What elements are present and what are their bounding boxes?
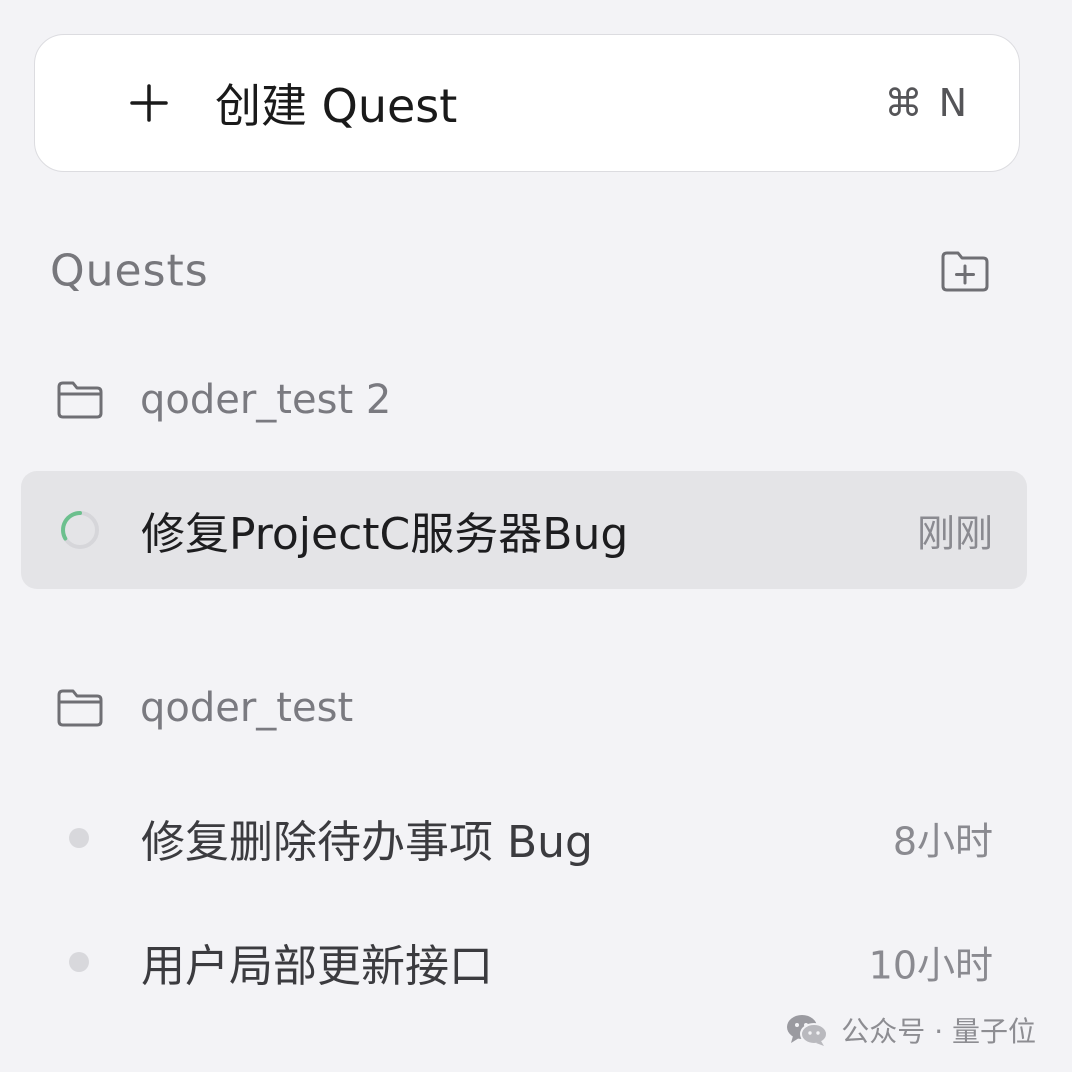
quests-section-title: Quests [50, 245, 209, 297]
quest-time: 10小时 [868, 943, 993, 988]
plus-icon [130, 84, 168, 122]
group-header-qoder-test[interactable]: qoder_test [56, 678, 956, 738]
group-header-qoder-test-2[interactable]: qoder_test 2 [56, 370, 956, 430]
group-name: qoder_test [140, 685, 354, 731]
quest-item[interactable]: 用户局部更新接口 10小时 [21, 903, 1027, 1021]
create-quest-button[interactable]: 创建 Quest ⌘ N [34, 34, 1020, 172]
quest-time: 刚刚 [916, 511, 993, 556]
quests-section-header: Quests [50, 236, 1000, 306]
status-dot-icon [69, 828, 89, 848]
loading-spinner-icon [61, 511, 99, 549]
quest-title: 修复ProjectC服务器Bug [141, 509, 629, 560]
folder-icon [57, 381, 103, 419]
create-quest-shortcut: ⌘ N [884, 81, 969, 125]
folder-plus-icon[interactable] [940, 249, 990, 293]
quest-item-active[interactable]: 修复ProjectC服务器Bug 刚刚 [21, 471, 1027, 589]
group-name: qoder_test 2 [140, 377, 392, 423]
quest-title: 用户局部更新接口 [141, 941, 493, 992]
quest-item[interactable]: 修复删除待办事项 Bug 8小时 [21, 779, 1027, 897]
watermark-text: 公众号 · 量子位 [841, 1015, 1036, 1048]
wechat-icon [787, 1015, 829, 1046]
quest-time: 8小时 [892, 819, 993, 864]
folder-icon [57, 689, 103, 727]
create-quest-label: 创建 Quest [215, 79, 458, 133]
watermark: 公众号 · 量子位 [785, 1008, 1036, 1052]
quest-title: 修复删除待办事项 Bug [141, 817, 593, 868]
status-dot-icon [69, 952, 89, 972]
